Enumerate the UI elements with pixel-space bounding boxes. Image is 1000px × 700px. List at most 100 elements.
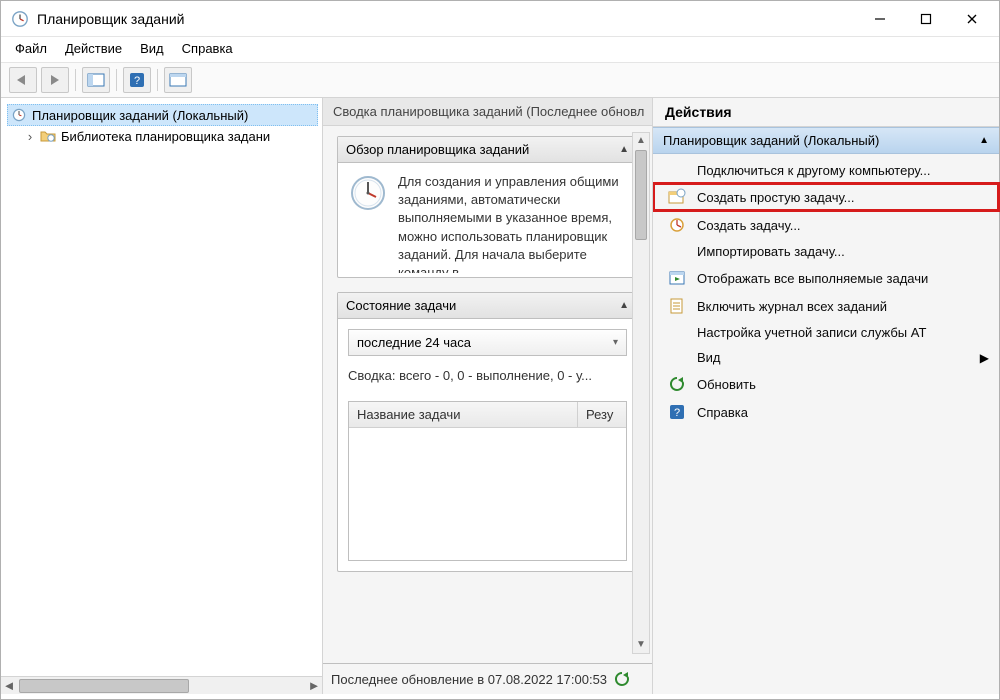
last-update-text: Последнее обновление в 07.08.2022 17:00:…	[331, 672, 607, 687]
titlebar: Планировщик заданий	[1, 1, 999, 37]
action-label: Включить журнал всех заданий	[697, 299, 887, 314]
toolbar-separator	[75, 69, 76, 91]
action-label: Создать простую задачу...	[697, 190, 855, 205]
action-label: Справка	[697, 405, 748, 420]
help-icon: ?	[667, 403, 687, 421]
actions-header: Действия	[653, 98, 999, 127]
properties-button[interactable]	[164, 67, 192, 93]
svg-text:?: ?	[674, 407, 680, 419]
summary-pane: Сводка планировщика заданий (Последнее о…	[323, 98, 653, 694]
actions-context-header[interactable]: Планировщик заданий (Локальный) ▲	[653, 127, 999, 154]
menu-file[interactable]: Файл	[15, 41, 47, 56]
refresh-icon	[667, 375, 687, 393]
menu-help[interactable]: Справка	[182, 41, 233, 56]
collapse-icon: ▲	[619, 300, 629, 311]
toolbar-separator	[157, 69, 158, 91]
period-dropdown[interactable]: последние 24 часа ▾	[348, 329, 627, 356]
svg-text:?: ?	[134, 75, 140, 87]
status-table: Название задачи Резу	[348, 401, 627, 561]
running-tasks-icon	[667, 269, 687, 287]
action-label: Настройка учетной записи службы AT	[697, 325, 926, 340]
action-view-submenu[interactable]: Вид ▶	[653, 345, 999, 370]
action-label: Обновить	[697, 377, 756, 392]
tree: Планировщик заданий (Локальный) › Библио…	[1, 98, 322, 676]
close-button[interactable]	[949, 1, 995, 37]
task-basic-icon	[667, 188, 687, 206]
scroll-down-icon[interactable]: ▼	[633, 637, 649, 653]
menubar: Файл Действие Вид Справка	[1, 37, 999, 63]
overview-panel-header[interactable]: Обзор планировщика заданий ▲	[338, 137, 637, 163]
back-button[interactable]	[9, 67, 37, 93]
summary-header: Сводка планировщика заданий (Последнее о…	[323, 98, 652, 126]
forward-button[interactable]	[41, 67, 69, 93]
status-title: Состояние задачи	[346, 298, 456, 313]
show-hide-tree-button[interactable]	[82, 67, 110, 93]
status-body: последние 24 часа ▾ Сводка: всего - 0, 0…	[338, 319, 637, 571]
minimize-button[interactable]	[857, 1, 903, 37]
help-button[interactable]: ?	[123, 67, 151, 93]
action-import-task[interactable]: Импортировать задачу...	[653, 239, 999, 264]
vertical-scrollbar[interactable]: ▲ ▼	[632, 132, 650, 654]
task-icon	[667, 216, 687, 234]
menu-action[interactable]: Действие	[65, 41, 122, 56]
status-summary: Сводка: всего - 0, 0 - выполнение, 0 - у…	[348, 368, 627, 383]
action-show-running-tasks[interactable]: Отображать все выполняемые задачи	[653, 264, 999, 292]
toolbar-separator	[116, 69, 117, 91]
action-label: Создать задачу...	[697, 218, 801, 233]
toolbar: ?	[1, 63, 999, 98]
clock-icon	[10, 107, 28, 123]
folder-clock-icon	[39, 128, 57, 144]
tree-library[interactable]: › Библиотека планировщика задани	[7, 126, 318, 146]
chevron-right-icon: ▶	[980, 351, 989, 365]
actions-list: Подключиться к другому компьютеру... Соз…	[653, 154, 999, 430]
overview-panel: Обзор планировщика заданий ▲ Для создани…	[337, 136, 638, 278]
tree-root-label: Планировщик заданий (Локальный)	[32, 108, 248, 123]
chevron-right-icon[interactable]: ›	[23, 129, 37, 144]
scrollbar-thumb[interactable]	[635, 150, 647, 240]
col-task-name[interactable]: Название задачи	[349, 402, 578, 427]
tree-library-label: Библиотека планировщика задани	[61, 129, 270, 144]
horizontal-scrollbar[interactable]: ◄ ►	[1, 676, 322, 694]
window-title: Планировщик заданий	[37, 11, 857, 27]
overview-text: Для создания и управления общими задания…	[398, 173, 627, 273]
collapse-icon: ▲	[979, 135, 989, 146]
scrollbar-thumb[interactable]	[19, 679, 189, 693]
col-result[interactable]: Резу	[578, 402, 626, 427]
last-update-bar: Последнее обновление в 07.08.2022 17:00:…	[323, 663, 652, 694]
large-clock-icon	[348, 173, 388, 213]
action-at-service-account[interactable]: Настройка учетной записи службы AT	[653, 320, 999, 345]
tree-root[interactable]: Планировщик заданий (Локальный)	[7, 104, 318, 126]
action-help[interactable]: ? Справка	[653, 398, 999, 426]
action-enable-history[interactable]: Включить журнал всех заданий	[653, 292, 999, 320]
scroll-left-icon[interactable]: ◄	[1, 678, 17, 693]
actions-context-label: Планировщик заданий (Локальный)	[663, 133, 879, 148]
overview-title: Обзор планировщика заданий	[346, 142, 529, 157]
maximize-button[interactable]	[903, 1, 949, 37]
action-label: Отображать все выполняемые задачи	[697, 271, 928, 286]
action-label: Вид	[697, 350, 721, 365]
collapse-icon: ▲	[619, 144, 629, 155]
scroll-up-icon[interactable]: ▲	[633, 133, 649, 149]
tree-pane: Планировщик заданий (Локальный) › Библио…	[1, 98, 323, 694]
scroll-right-icon[interactable]: ►	[306, 678, 322, 693]
menu-view[interactable]: Вид	[140, 41, 164, 56]
action-create-task[interactable]: Создать задачу...	[653, 211, 999, 239]
table-header-row: Название задачи Резу	[349, 402, 626, 428]
chevron-down-icon: ▾	[613, 337, 618, 348]
actions-pane: Действия Планировщик заданий (Локальный)…	[653, 98, 999, 694]
status-panel-header[interactable]: Состояние задачи ▲	[338, 293, 637, 319]
refresh-icon[interactable]	[613, 670, 631, 688]
action-label: Подключиться к другому компьютеру...	[697, 163, 930, 178]
action-refresh[interactable]: Обновить	[653, 370, 999, 398]
window-controls	[857, 1, 995, 37]
status-panel: Состояние задачи ▲ последние 24 часа ▾ С…	[337, 292, 638, 572]
app-clock-icon	[11, 10, 29, 28]
period-value: последние 24 часа	[357, 335, 471, 350]
history-icon	[667, 297, 687, 315]
action-label: Импортировать задачу...	[697, 244, 845, 259]
overview-body: Для создания и управления общими задания…	[338, 163, 637, 277]
action-create-basic-task[interactable]: Создать простую задачу...	[653, 183, 999, 211]
summary-body: Обзор планировщика заданий ▲ Для создани…	[323, 126, 652, 663]
main-area: Планировщик заданий (Локальный) › Библио…	[1, 98, 999, 694]
action-connect-computer[interactable]: Подключиться к другому компьютеру...	[653, 158, 999, 183]
